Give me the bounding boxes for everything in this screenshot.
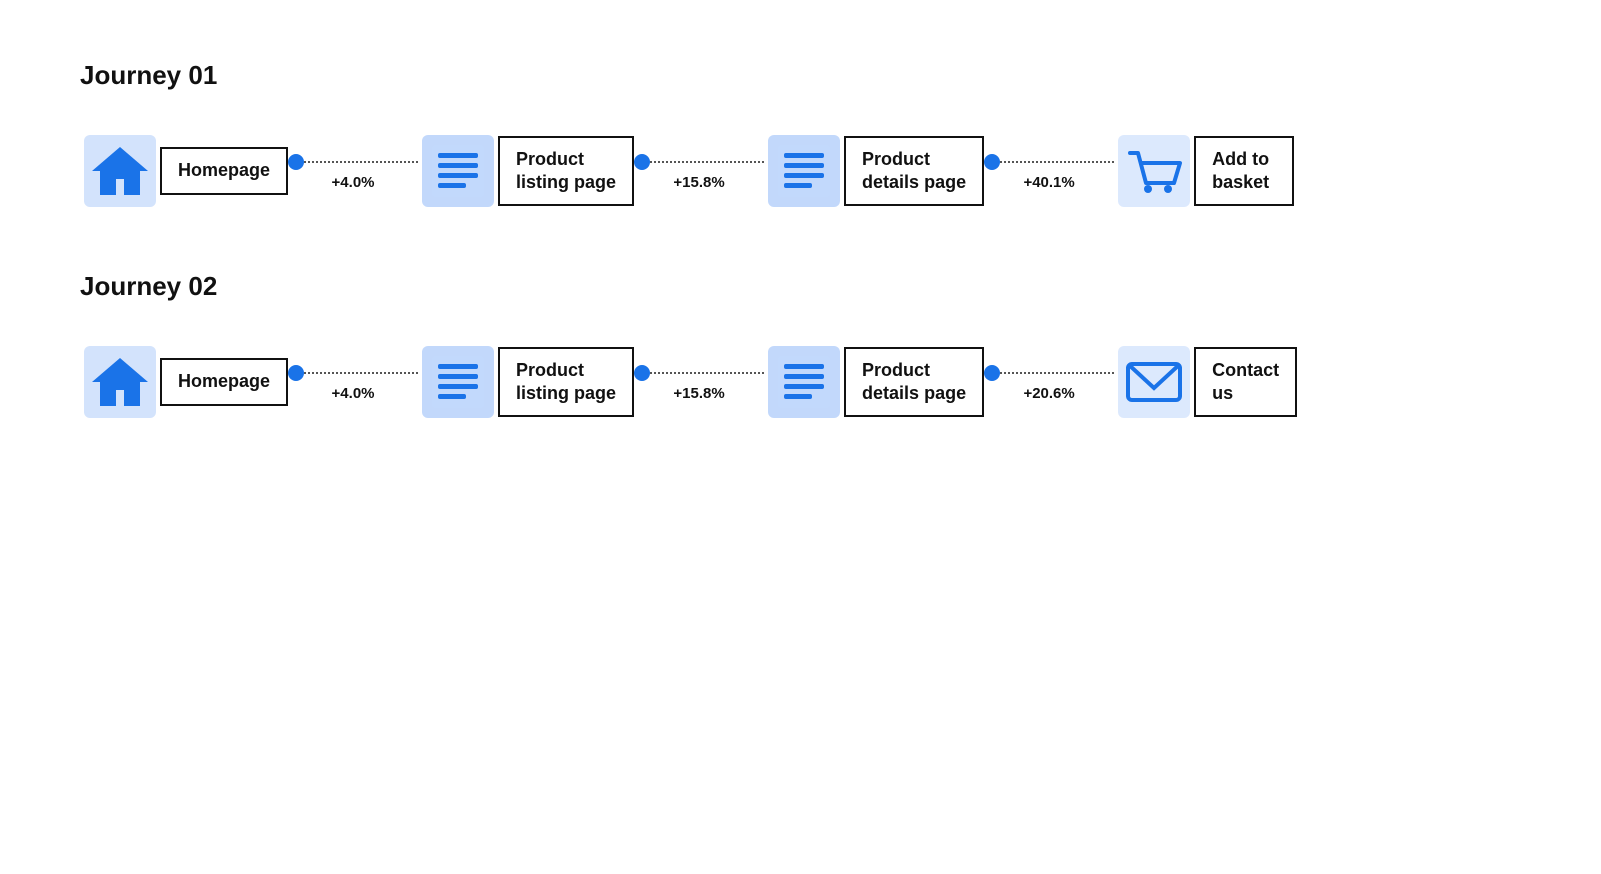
node-details1: Product details page <box>764 131 984 211</box>
journey-title-1: Journey 01 <box>80 60 1521 91</box>
journey-flow-2: Homepage +4.0% Product listing page +15.8% P… <box>80 342 1521 422</box>
connector-2-2: +15.8% <box>634 363 764 402</box>
node-listing1: Product listing page <box>418 131 634 211</box>
icon-details-details1 <box>764 131 844 211</box>
connector-dot-1-2 <box>634 154 650 170</box>
node-basket1: Add to basket <box>1114 131 1294 211</box>
node-label-home2: Homepage <box>160 358 288 405</box>
connector-1-1: +4.0% <box>288 152 418 191</box>
connector-dot-2-2 <box>634 365 650 381</box>
node-details2: Product details page <box>764 342 984 422</box>
connector-1-3: +40.1% <box>984 152 1114 191</box>
connector-dot-1-1 <box>288 154 304 170</box>
icon-home-home2 <box>80 342 160 422</box>
connector-dot-2-1 <box>288 365 304 381</box>
node-label-listing2: Product listing page <box>498 347 634 418</box>
connector-pct-2-1: +4.0% <box>332 385 375 402</box>
node-home2: Homepage <box>80 342 288 422</box>
icon-listing-listing1 <box>418 131 498 211</box>
connector-pct-2-2: +15.8% <box>673 385 724 402</box>
connector-pct-1-3: +40.1% <box>1023 174 1074 191</box>
node-label-basket1: Add to basket <box>1194 136 1294 207</box>
icon-contact-contact2 <box>1114 342 1194 422</box>
node-label-details2: Product details page <box>844 347 984 418</box>
journey-flow-1: Homepage +4.0% Product listing page +15.8% P… <box>80 131 1521 211</box>
node-contact2: Contact us <box>1114 342 1297 422</box>
connector-1-2: +15.8% <box>634 152 764 191</box>
icon-home-home1 <box>80 131 160 211</box>
connector-pct-1-1: +4.0% <box>332 174 375 191</box>
connector-dot-1-3 <box>984 154 1000 170</box>
node-label-contact2: Contact us <box>1194 347 1297 418</box>
node-label-details1: Product details page <box>844 136 984 207</box>
connector-dot-2-3 <box>984 365 1000 381</box>
icon-basket-basket1 <box>1114 131 1194 211</box>
connector-2-1: +4.0% <box>288 363 418 402</box>
icon-details-details2 <box>764 342 844 422</box>
node-label-listing1: Product listing page <box>498 136 634 207</box>
connector-2-3: +20.6% <box>984 363 1114 402</box>
app-container: Journey 01 Homepage +4.0% Product listing p… <box>80 60 1521 422</box>
connector-pct-2-3: +20.6% <box>1023 385 1074 402</box>
node-home1: Homepage <box>80 131 288 211</box>
node-label-home1: Homepage <box>160 147 288 194</box>
connector-pct-1-2: +15.8% <box>673 174 724 191</box>
journey-section-1: Journey 01 Homepage +4.0% Product listing p… <box>80 60 1521 211</box>
journey-section-2: Journey 02 Homepage +4.0% Product listing p… <box>80 271 1521 422</box>
icon-listing-listing2 <box>418 342 498 422</box>
node-listing2: Product listing page <box>418 342 634 422</box>
journey-title-2: Journey 02 <box>80 271 1521 302</box>
